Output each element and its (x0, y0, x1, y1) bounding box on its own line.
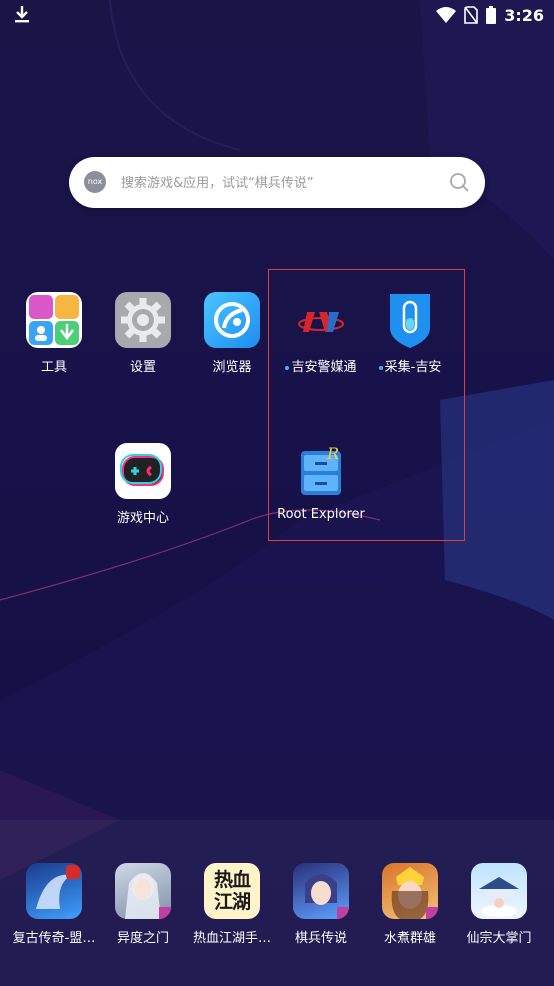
app-label: 工具 (40, 360, 67, 375)
search-bar[interactable]: nox (69, 157, 485, 208)
tools-folder-icon (26, 292, 82, 348)
dock-app-shuizhu[interactable]: 水煮群雄 (360, 863, 460, 946)
app-label: 异度之门 (116, 931, 169, 946)
new-indicator-dot (285, 365, 290, 370)
search-icon[interactable] (449, 172, 469, 192)
app-root-explorer[interactable]: R Root Explorer (271, 443, 371, 522)
app-tools[interactable]: 工具 (4, 292, 104, 375)
dragon-game-icon (26, 863, 82, 919)
nox-logo-icon: nox (84, 171, 106, 193)
browser-icon (204, 292, 260, 348)
app-game-center[interactable]: 游戏中心 (93, 443, 193, 526)
rexue-icon-text: 热血江湖 (213, 869, 251, 913)
status-bar: 3:26 (0, 0, 554, 30)
app-label: 采集-吉安 (360, 356, 460, 375)
dock-app-yidu[interactable]: 异度之门 (93, 863, 193, 946)
app-label-text: 吉安警媒通 (291, 360, 357, 375)
no-sim-icon (464, 6, 479, 24)
app-collect-jian[interactable]: 采集-吉安 (360, 292, 460, 375)
svg-text:R: R (326, 444, 339, 463)
yidu-game-icon (115, 863, 171, 919)
app-label: 吉安警媒通 (271, 356, 371, 375)
dock-app-rexue[interactable]: 热血江湖 热血江湖手… (182, 863, 282, 946)
app-label: Root Explorer (277, 507, 365, 522)
wifi-icon (436, 7, 457, 23)
app-label: 设置 (129, 360, 156, 375)
app-jian-media[interactable]: 吉安警媒通 (271, 292, 371, 375)
xianzong-game-icon (471, 863, 527, 919)
app-label-text: 采集-吉安 (384, 360, 442, 375)
search-input[interactable] (119, 170, 443, 196)
download-icon (15, 6, 29, 23)
app-browser[interactable]: 浏览器 (182, 292, 282, 375)
app-label: 水煮群雄 (383, 931, 436, 946)
status-time: 3:26 (504, 5, 544, 25)
app-label: 仙宗大掌门 (466, 931, 532, 946)
gear-icon (115, 292, 171, 348)
app-label: 游戏中心 (116, 511, 169, 526)
new-indicator-dot (378, 365, 383, 370)
jian-police-media-icon (293, 292, 349, 348)
app-label: 热血江湖手… (192, 931, 271, 946)
collect-test-tube-icon (382, 292, 438, 348)
dock-app-fugu[interactable]: 复古传奇-盟… (4, 863, 104, 946)
app-label: 复古传奇-盟… (12, 931, 96, 946)
app-label: 浏览器 (212, 360, 252, 375)
shuizhu-game-icon (382, 863, 438, 919)
dock-app-xianzong[interactable]: 仙宗大掌门 (449, 863, 549, 946)
rexue-jianghu-icon: 热血江湖 (204, 863, 260, 919)
game-controller-icon (115, 443, 171, 499)
root-explorer-icon: R (293, 443, 349, 499)
qibing-game-icon (293, 863, 349, 919)
dock-app-qibing[interactable]: 棋兵传说 (271, 863, 371, 946)
battery-icon (486, 6, 497, 24)
app-label: 棋兵传说 (294, 931, 347, 946)
app-settings[interactable]: 设置 (93, 292, 193, 375)
